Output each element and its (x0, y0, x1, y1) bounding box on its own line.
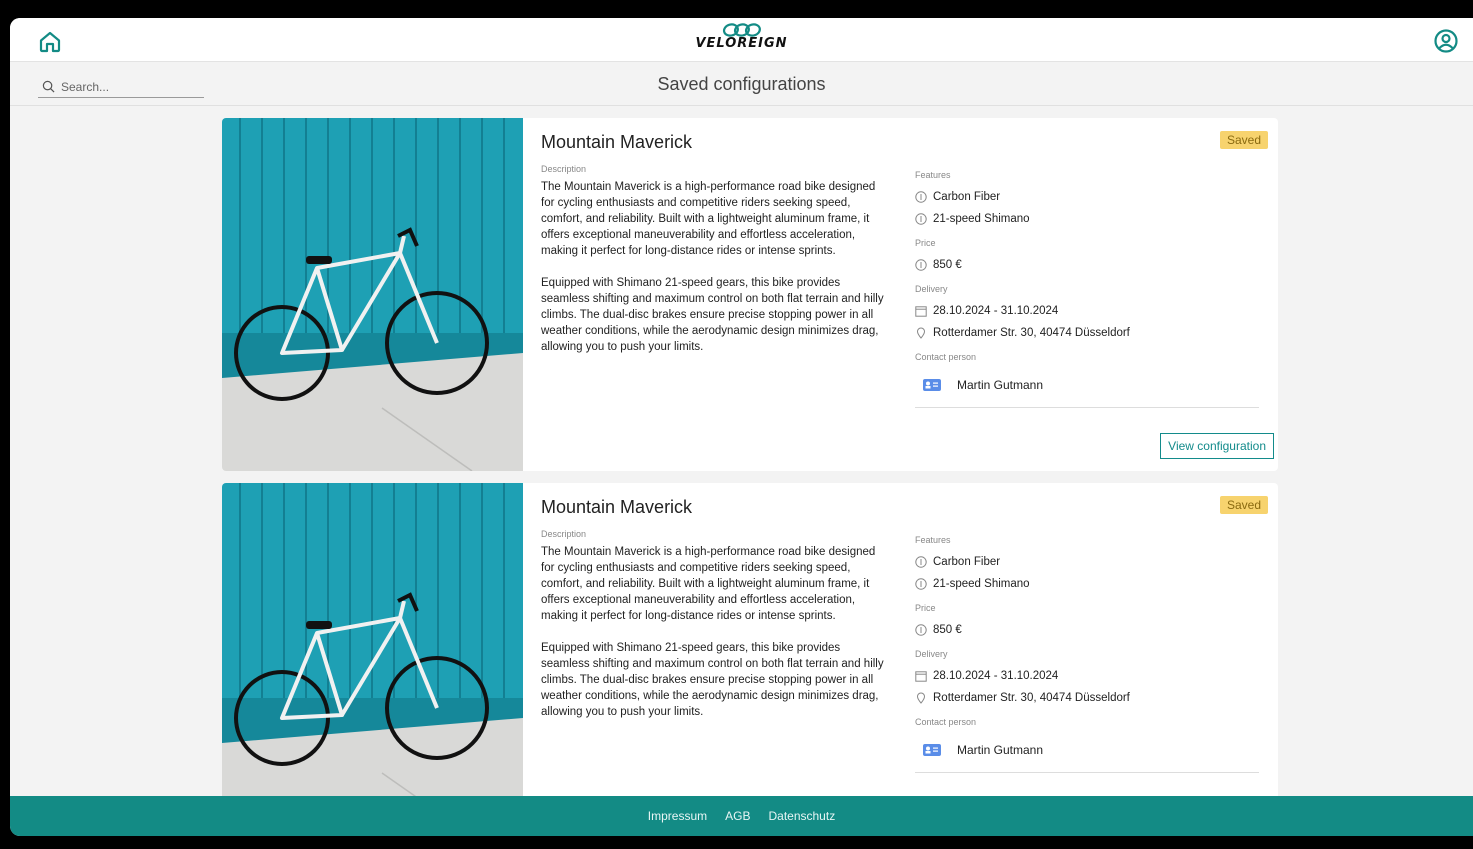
brand-name: VELOREIGN (695, 36, 788, 51)
status-badge: Saved (1219, 131, 1268, 149)
delivery-dates: 28.10.2024 - 31.10.2024 (933, 305, 1059, 317)
contact-label: Contact person (915, 717, 977, 727)
contact-name: Martin Gutmann (957, 377, 1044, 392)
info-icon (915, 578, 927, 590)
footer-link-impressum[interactable]: Impressum (648, 809, 707, 823)
delivery-address: Rotterdamer Str. 30, 40474 Düsseldorf (933, 692, 1130, 704)
features-label: Features (915, 170, 951, 180)
brand-logo[interactable]: VELOREIGN (695, 22, 787, 51)
calendar-icon (915, 671, 927, 682)
feature-item: Carbon Fiber (915, 186, 1259, 208)
feature-item: Carbon Fiber (915, 551, 1259, 573)
contact-card-icon (923, 378, 941, 391)
sub-header: Saved configurations (10, 62, 1473, 106)
contact-person: Martin Gutmann (915, 733, 1259, 773)
delivery-dates: 28.10.2024 - 31.10.2024 (933, 670, 1059, 682)
bike-photo (222, 118, 523, 471)
info-icon (915, 259, 927, 271)
info-icon (915, 556, 927, 568)
description-paragraph: Equipped with Shimano 21-speed gears, th… (541, 642, 884, 718)
price-value: 850 € (933, 624, 962, 636)
price-label: Price (915, 238, 936, 248)
page-title: Saved configurations (657, 74, 826, 94)
configuration-list: Mountain Maverick Saved Description The … (10, 107, 1473, 796)
features-label: Features (915, 535, 951, 545)
description-paragraph: The Mountain Maverick is a high-performa… (541, 181, 876, 257)
delivery-address-row: Rotterdamer Str. 30, 40474 Düsseldorf (915, 687, 1259, 709)
description-label: Description (541, 164, 587, 174)
contact-card-icon (923, 743, 941, 756)
user-circle-icon[interactable] (1433, 28, 1459, 54)
footer-link-datenschutz[interactable]: Datenschutz (768, 809, 835, 823)
info-icon (915, 624, 927, 636)
card-title: Mountain Maverick (541, 497, 693, 517)
view-configuration-button[interactable]: View configuration (1160, 433, 1274, 459)
feature-label: 21-speed Shimano (933, 213, 1030, 225)
description-text: The Mountain Maverick is a high-performa… (541, 544, 891, 736)
card-title: Mountain Maverick (541, 132, 693, 152)
configuration-card: Mountain Maverick Saved Description The … (222, 118, 1278, 471)
description-paragraph: Equipped with Shimano 21-speed gears, th… (541, 277, 884, 353)
feature-label: Carbon Fiber (933, 191, 1001, 203)
price-row: 850 € (915, 619, 1259, 641)
description-paragraph: The Mountain Maverick is a high-performa… (541, 546, 876, 622)
home-icon[interactable] (38, 30, 62, 54)
app-window: VELOREIGN Saved configurations (10, 18, 1473, 836)
feature-item: 21-speed Shimano (915, 573, 1259, 595)
info-icon (915, 213, 927, 225)
price-row: 850 € (915, 254, 1259, 276)
info-icon (915, 191, 927, 203)
delivery-label: Delivery (915, 284, 948, 294)
description-label: Description (541, 529, 587, 539)
feature-label: Carbon Fiber (933, 556, 1001, 568)
calendar-icon (915, 306, 927, 317)
footer-link-agb[interactable]: AGB (725, 809, 750, 823)
price-value: 850 € (933, 259, 962, 271)
configuration-details: Features Carbon Fiber 21-speed Shimano P… (915, 170, 1259, 408)
feature-item: 21-speed Shimano (915, 208, 1259, 230)
footer: Impressum AGB Datenschutz (10, 796, 1473, 836)
delivery-address-row: Rotterdamer Str. 30, 40474 Düsseldorf (915, 322, 1259, 344)
contact-person: Martin Gutmann (915, 368, 1259, 408)
description-text: The Mountain Maverick is a high-performa… (541, 179, 891, 371)
top-bar: VELOREIGN (10, 18, 1473, 62)
configuration-details: Features Carbon Fiber 21-speed Shimano P… (915, 535, 1259, 773)
location-pin-icon (916, 692, 926, 704)
configuration-card: Mountain Maverick Saved Description The … (222, 483, 1278, 796)
delivery-dates-row: 28.10.2024 - 31.10.2024 (915, 300, 1259, 322)
bike-photo (222, 483, 523, 796)
delivery-label: Delivery (915, 649, 948, 659)
delivery-dates-row: 28.10.2024 - 31.10.2024 (915, 665, 1259, 687)
contact-label: Contact person (915, 352, 977, 362)
price-label: Price (915, 603, 936, 613)
delivery-address: Rotterdamer Str. 30, 40474 Düsseldorf (933, 327, 1130, 339)
location-pin-icon (916, 327, 926, 339)
contact-name: Martin Gutmann (957, 742, 1044, 757)
status-badge: Saved (1219, 496, 1268, 514)
feature-label: 21-speed Shimano (933, 578, 1030, 590)
